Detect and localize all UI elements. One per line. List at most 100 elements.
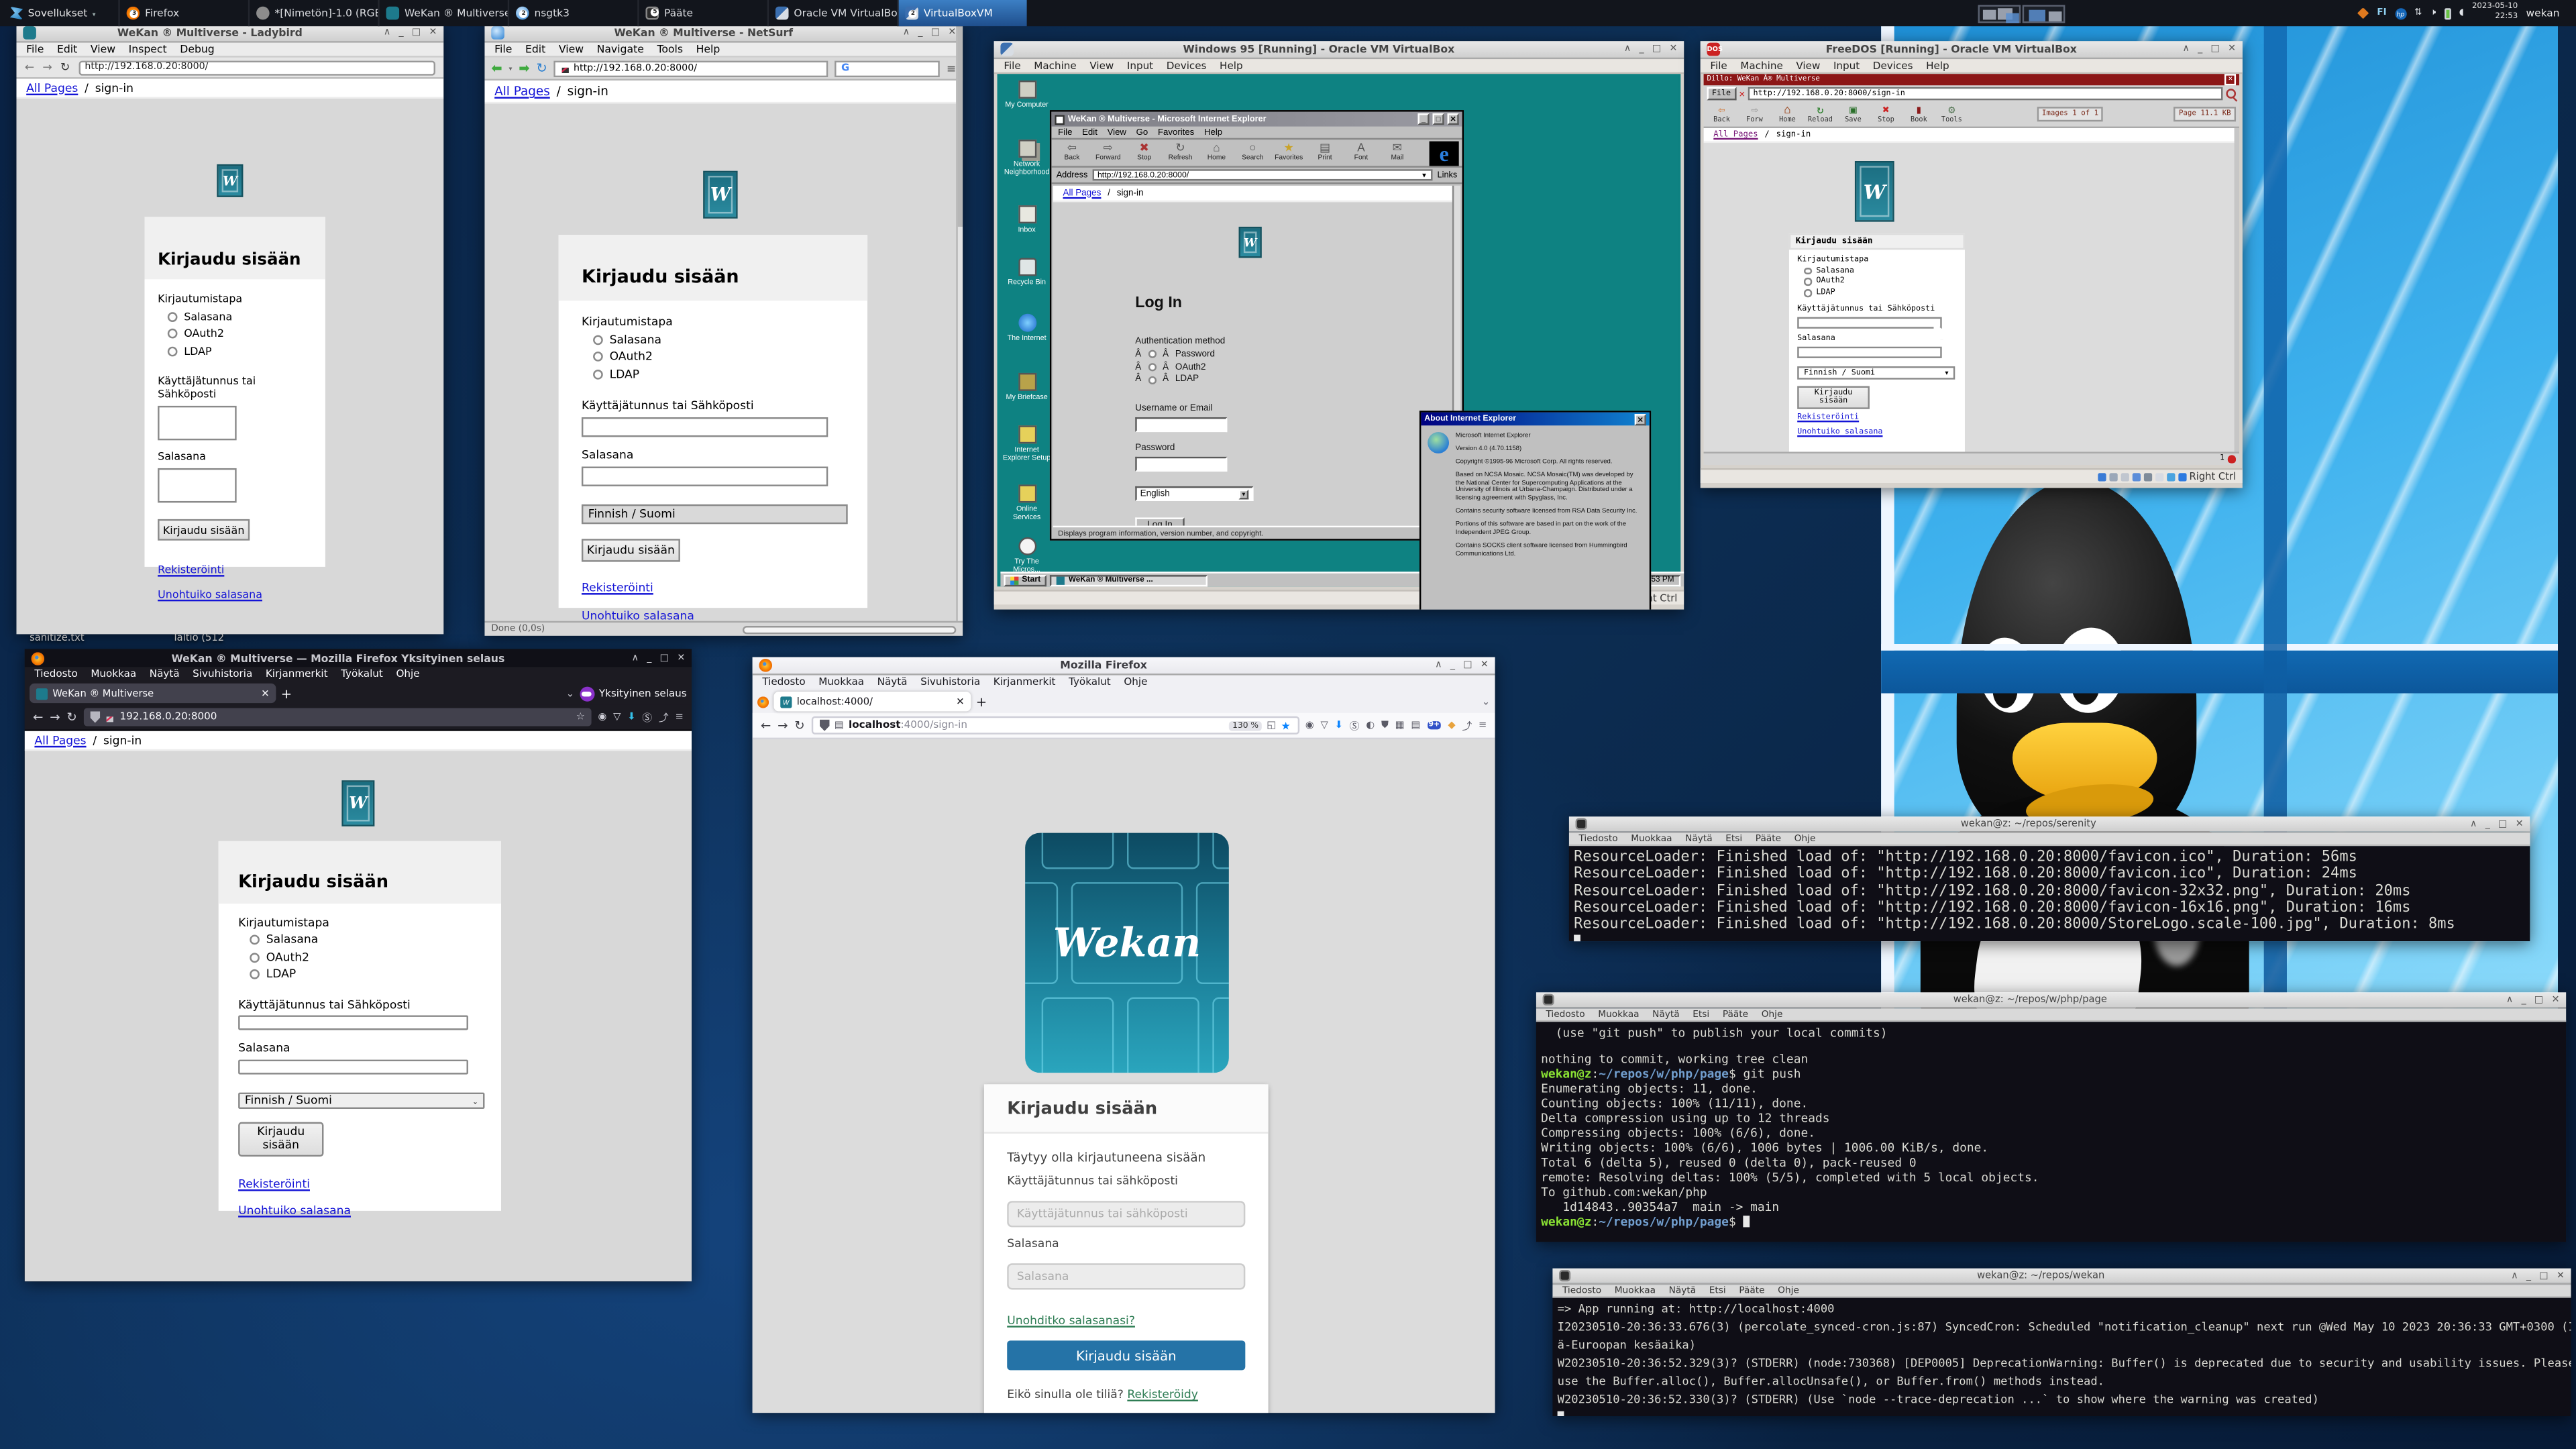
forward-icon[interactable]: ➡ (519, 61, 529, 76)
back-icon[interactable]: ⬅ (491, 61, 502, 76)
reload-icon[interactable]: ↻ (66, 710, 76, 724)
maximize-icon[interactable]: □ (2539, 1271, 2548, 1281)
minimize-icon[interactable]: _ (918, 28, 922, 38)
reload-button[interactable]: ↻Reload (1805, 105, 1835, 123)
search-icon[interactable] (2226, 89, 2236, 99)
stop-button[interactable]: ✖Stop (1871, 105, 1900, 123)
url-field[interactable]: http://192.168.0.20:8000/▼ (1093, 169, 1433, 180)
maximize-icon[interactable]: □ (2210, 44, 2219, 54)
close-icon[interactable]: ✕ (948, 28, 956, 38)
keyboard-indicator-icon[interactable] (2357, 7, 2369, 19)
home-button[interactable]: ⌂Home (1199, 144, 1234, 162)
zoom-level[interactable]: 130 % (1229, 720, 1262, 731)
back-button[interactable]: ⇦Back (1707, 105, 1736, 123)
bookmark-star-icon[interactable]: ★ (1281, 718, 1291, 732)
menu-item[interactable]: Etsi (1709, 1285, 1726, 1295)
save-button[interactable]: ▣Save (1838, 105, 1868, 123)
maximize-icon[interactable]: □ (1652, 44, 1661, 54)
menu-item[interactable]: Help (1204, 127, 1222, 138)
radio-ldap[interactable]: LDAP (1797, 288, 1957, 297)
account-icon[interactable]: ⤴ (659, 710, 669, 724)
radio-oauth2[interactable]: OAuth2 (1797, 278, 1957, 286)
protection-shield-icon[interactable]: ▽ (613, 711, 621, 722)
login-button[interactable]: Log In (1135, 518, 1184, 526)
signin-button[interactable]: Kirjaudu sisään (582, 538, 680, 561)
workspace-2[interactable] (2022, 4, 2065, 22)
url-bar[interactable]: http://192.168.0.20:8000/ (78, 60, 435, 74)
taskbar-button-vboxvm[interactable]: 2VirtualBoxVM (898, 0, 1027, 26)
shade-icon[interactable]: ∧ (1624, 44, 1631, 54)
dillo-titlebar[interactable]: Dillo: WeKan Â® Multiverse ✕ (1704, 74, 2239, 85)
reload-icon[interactable]: ↻ (794, 718, 804, 733)
menu-item[interactable]: Ohje (1794, 834, 1816, 844)
search-field[interactable]: G (835, 60, 940, 76)
terminal-titlebar[interactable]: wekan@z: ~/repos/wekan ∧_□✕ (1552, 1269, 2571, 1285)
extension-s-icon[interactable]: Ⓢ (642, 710, 652, 724)
reload-icon[interactable]: ↻ (536, 61, 547, 76)
taskbar-button-nsgtk[interactable]: 2nsgtk3 (508, 0, 637, 26)
scrollbar-thumb[interactable] (958, 25, 963, 227)
menu-item[interactable]: Ohje (1762, 1010, 1783, 1020)
url-field[interactable]: http://192.168.0.20:8000/sign-in (1748, 87, 2222, 101)
share-icon[interactable]: ⤴ (1462, 718, 1472, 733)
menu-item[interactable]: Muokkaa (1615, 1285, 1656, 1295)
file-menu-button[interactable]: File (1707, 87, 1735, 101)
bookmark-star-icon[interactable]: ☆ (576, 711, 585, 722)
minimize-icon[interactable]: _ (2198, 44, 2202, 54)
all-pages-link[interactable]: All Pages (34, 733, 86, 747)
all-pages-link[interactable]: All Pages (1063, 188, 1101, 198)
print-button[interactable]: ▤Print (1307, 144, 1342, 162)
password-input[interactable] (238, 1059, 468, 1074)
radio-ldap[interactable]: LDAP (582, 367, 845, 380)
ie-titlebar[interactable]: WeKan ® Multiverse - Microsoft Internet … (1051, 112, 1462, 127)
menu-item[interactable]: Näytä (1685, 834, 1713, 844)
menu-icon[interactable]: ≡ (947, 62, 956, 75)
menu-item[interactable]: Näytä (877, 677, 908, 688)
password-input[interactable] (1007, 1263, 1245, 1289)
battery-icon[interactable] (2445, 7, 2451, 19)
user-menu[interactable]: wekan (2526, 7, 2566, 19)
scrollbar[interactable] (2235, 128, 2239, 451)
menu-item[interactable]: File (1710, 60, 1727, 71)
url-bar[interactable]: ▤ localhost:4000/sign-in 130 % ◱ ★ (812, 716, 1299, 735)
register-link[interactable]: Rekisteröinti (238, 1178, 481, 1191)
radio-oauth2[interactable]: ÂÂOAuth2 (1135, 362, 1253, 372)
ladybird-titlebar[interactable]: WeKan ® Multiverse - Ladybird ∧_□✕ (16, 25, 443, 43)
desktop-icon-network[interactable]: Network Neighborhood (1002, 140, 1051, 176)
taskbar-button-firefox[interactable]: 3Firefox (119, 0, 248, 26)
grid-extension-icon[interactable]: ▦ (1395, 720, 1405, 731)
dialog-titlebar[interactable]: About Internet Explorer ✕ (1421, 413, 1649, 426)
favorites-button[interactable]: ★Favorites (1272, 144, 1306, 162)
keyboard-layout[interactable]: FI (2377, 8, 2386, 18)
radio-oauth2[interactable]: OAuth2 (238, 951, 481, 964)
back-icon[interactable]: ← (33, 710, 43, 724)
forgot-password-link[interactable]: Unohtuiko salasana (582, 608, 845, 621)
menu-item[interactable]: File (26, 43, 44, 56)
minimize-icon[interactable]: _ (2485, 819, 2490, 829)
mail-button[interactable]: ✉Mail (1380, 144, 1414, 162)
maximize-icon[interactable]: □ (2498, 819, 2507, 829)
radio-salasana[interactable]: Salasana (238, 934, 481, 947)
radio-password[interactable]: ÂÂPassword (1135, 350, 1253, 360)
maximize-icon[interactable]: □ (931, 28, 940, 38)
menu-item[interactable]: Kirjanmerkit (266, 669, 328, 680)
username-input[interactable] (582, 417, 828, 436)
tab-close-icon[interactable]: ✕ (261, 688, 269, 699)
menu-item[interactable]: Help (696, 43, 720, 56)
all-pages-link[interactable]: All Pages (494, 84, 550, 99)
menu-item[interactable]: Go (1136, 127, 1148, 138)
home-button[interactable]: ⌂Home (1772, 105, 1802, 123)
desktop-icon-msn[interactable]: Try The Micros... (1002, 537, 1051, 574)
menu-item[interactable]: Sivuhistoria (920, 677, 980, 688)
menu-item[interactable]: View (1108, 127, 1126, 138)
radio-ldap[interactable]: LDAP (238, 968, 481, 981)
menu-item[interactable]: Ohje (1778, 1285, 1799, 1295)
menu-item[interactable]: Tiedosto (34, 669, 77, 680)
desktop-icon-inbox[interactable]: Inbox (1002, 205, 1051, 233)
close-icon[interactable]: ✕ (1635, 413, 1646, 425)
menu-item[interactable]: Ohje (396, 669, 419, 680)
menu-item[interactable]: Ohje (1124, 677, 1147, 688)
close-icon[interactable]: ✕ (1481, 660, 1489, 670)
menu-item[interactable]: View (559, 43, 584, 56)
menu-item[interactable]: Navigate (597, 43, 644, 56)
